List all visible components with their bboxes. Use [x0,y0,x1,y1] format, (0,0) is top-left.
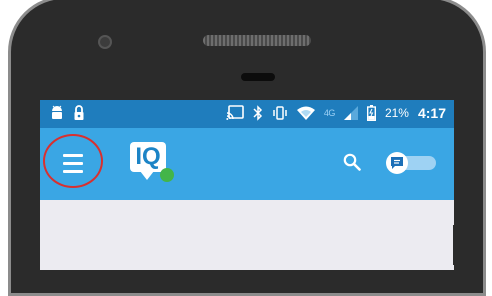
earpiece-speaker [203,35,311,46]
battery-percent: 21% [384,106,409,120]
network-type-label: 4G [323,108,336,118]
bluetooth-icon [253,105,263,121]
chat-toggle-switch[interactable] [386,152,438,174]
cast-icon [226,105,244,121]
cell-signal-icon [343,106,358,120]
phone-screen: 4G 21% 4:17 IQ [40,100,454,270]
wifi-icon [296,106,315,120]
status-bar: 4G 21% 4:17 [40,100,454,128]
phone-frame-edge [453,225,483,265]
lock-icon [74,105,84,121]
search-icon[interactable] [343,153,361,176]
app-toolbar: IQ [40,128,454,200]
status-clock: 4:17 [417,105,446,121]
front-camera [98,35,112,49]
battery-icon [366,105,376,121]
vibrate-icon [272,105,288,121]
proximity-sensor [241,73,275,81]
chat-bubble-icon [386,152,408,174]
app-logo: IQ [130,138,174,186]
logo-bubble-tail [140,171,154,180]
logo-bubble: IQ [130,142,166,172]
hamburger-menu-icon[interactable] [58,148,88,178]
online-status-dot [160,168,174,182]
android-icon [50,105,64,121]
